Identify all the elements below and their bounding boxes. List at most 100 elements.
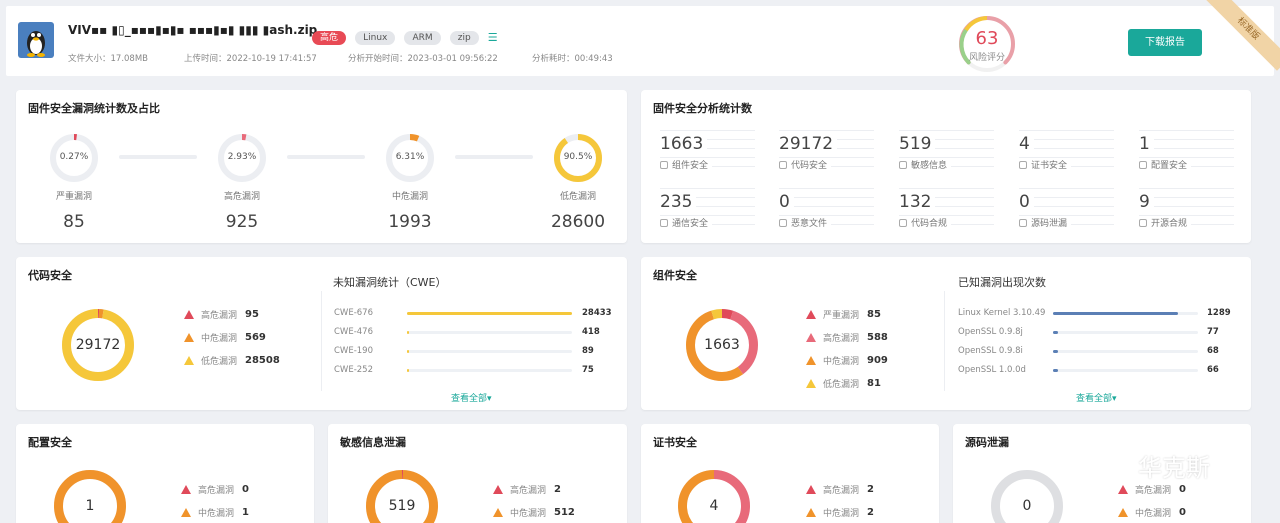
list-icon[interactable]: ☰ <box>488 31 498 44</box>
vuln-ratio-pct: 90.5% <box>563 152 593 162</box>
stat-value: 132 <box>899 192 936 212</box>
view-all-link[interactable]: 查看全部▾ <box>1076 391 1117 404</box>
legend-value: 2 <box>867 484 874 495</box>
card-title: 固件安全漏洞统计数及占比 <box>28 102 160 115</box>
cwe-bar-fill <box>407 350 409 353</box>
cwe-name: CWE-476 <box>334 327 374 337</box>
stat-label-text: 敏感信息 <box>911 161 948 171</box>
config-security-total: 1 <box>85 498 95 514</box>
stat-label-text: 源码泄漏 <box>1031 219 1068 229</box>
legend-label: 严重漏洞 <box>823 311 860 321</box>
source-leak-total: 0 <box>1022 498 1032 514</box>
stat-label: 代码安全 <box>779 158 832 171</box>
connector-line <box>119 155 197 159</box>
warning-icon <box>181 508 191 517</box>
vuln-ratio-count: 1993 <box>388 212 432 232</box>
cert-security-total: 4 <box>709 498 719 514</box>
wechat-icon <box>1091 451 1130 479</box>
stat-label-text: 证书安全 <box>1031 161 1068 171</box>
file-icon <box>779 219 787 227</box>
cwe-bar-track <box>407 369 572 372</box>
legend-row: 中危漏洞 2 <box>806 506 874 519</box>
code-security-card: 代码安全 29172 高危漏洞 95 中危漏洞 569 低危漏洞 28508 未知漏洞统计… <box>16 257 627 410</box>
legend-value: 909 <box>867 355 888 366</box>
known-vuln-title: 已知漏洞出现次数 <box>958 276 1046 289</box>
cwe-name: CWE-252 <box>334 365 374 375</box>
vuln-stats-card: 固件安全漏洞统计数及占比 0.27% 严重漏洞 85 2.93% 高危漏洞 925 6.31… <box>16 90 627 243</box>
stat-value: 0 <box>1019 192 1034 212</box>
legend-value: 0 <box>242 484 249 495</box>
component-bar-track <box>1053 312 1198 315</box>
legend-row: 低危漏洞 28508 <box>184 354 280 367</box>
cwe-count: 75 <box>582 365 594 375</box>
component-bar-fill <box>1053 350 1059 353</box>
legend-value: 569 <box>245 332 266 343</box>
download-report-button[interactable]: 下载报告 <box>1128 29 1202 56</box>
legend-value: 588 <box>867 332 888 343</box>
grid-line <box>899 130 994 131</box>
divider <box>321 291 322 391</box>
component-name: OpenSSL 0.9.8j <box>958 327 1023 337</box>
legend-value: 2 <box>867 507 874 518</box>
stat-label: 配置安全 <box>1139 158 1192 171</box>
warning-icon <box>806 379 816 388</box>
view-all-link[interactable]: 查看全部▾ <box>451 391 492 404</box>
component-count: 68 <box>1207 346 1219 356</box>
component-bar-fill <box>1053 369 1059 372</box>
legend-value: 0 <box>1179 507 1186 518</box>
file-size: 文件大小：17.08MB <box>68 54 148 64</box>
cwe-bar-fill <box>407 312 572 315</box>
stat-label-text: 开源合规 <box>1151 219 1188 229</box>
warning-icon <box>806 310 816 319</box>
warning-icon <box>184 310 194 319</box>
legend-label: 中危漏洞 <box>201 334 238 344</box>
config-security-donut <box>54 470 126 523</box>
legend-row: 中危漏洞 569 <box>184 331 266 344</box>
stat-label: 通信安全 <box>660 216 713 229</box>
legend-value: 95 <box>245 309 259 320</box>
card-title: 固件安全分析统计数 <box>653 102 752 115</box>
cert-security-donut <box>678 470 750 523</box>
component-count: 1289 <box>1207 308 1231 318</box>
format-tag: zip <box>449 31 479 45</box>
stat-label: 敏感信息 <box>899 158 952 171</box>
cwe-count: 418 <box>582 327 600 337</box>
component-name: Linux Kernel 3.10.49 <box>958 308 1046 318</box>
card-title: 代码安全 <box>28 269 72 282</box>
stat-label: 源码泄漏 <box>1019 216 1072 229</box>
code-security-total: 29172 <box>75 337 121 353</box>
tag-list: 高危 Linux ARM zip ☰ <box>312 25 498 45</box>
legend-label: 高危漏洞 <box>198 486 235 496</box>
vuln-ratio-label: 中危漏洞 <box>391 192 428 202</box>
cwe-bar-fill <box>407 369 409 372</box>
component-security-total: 1663 <box>704 337 740 353</box>
vuln-ratio-label: 严重漏洞 <box>55 192 92 202</box>
legend-row: 高危漏洞 95 <box>184 308 259 321</box>
stat-label-text: 代码合规 <box>911 219 948 229</box>
legend-label: 高危漏洞 <box>201 311 238 321</box>
settings-icon <box>1139 161 1147 169</box>
sensitive-leak-total: 519 <box>388 498 416 514</box>
cwe-bar-track <box>407 350 572 353</box>
stat-label: 证书安全 <box>1019 158 1072 171</box>
warning-icon <box>184 356 194 365</box>
legend-row: 高危漏洞 588 <box>806 331 888 344</box>
component-bar-track <box>1053 331 1198 334</box>
legend-value: 0 <box>1179 484 1186 495</box>
legend-label: 中危漏洞 <box>198 509 235 519</box>
grid-line <box>1139 188 1234 189</box>
stat-label-text: 通信安全 <box>672 219 709 229</box>
component-bar-fill <box>1053 331 1059 334</box>
vuln-ratio-pct: 6.31% <box>395 152 425 162</box>
stat-value: 1663 <box>660 134 708 154</box>
cwe-name: CWE-190 <box>334 346 374 356</box>
grid-line <box>660 188 755 189</box>
component-icon <box>660 161 668 169</box>
stat-label-text: 恶意文件 <box>791 219 828 229</box>
component-bar-track <box>1053 350 1198 353</box>
divider <box>944 291 945 391</box>
card-title: 组件安全 <box>653 269 697 282</box>
warning-icon <box>1118 485 1128 494</box>
cwe-bar-track <box>407 312 572 315</box>
stat-value: 29172 <box>779 134 838 154</box>
